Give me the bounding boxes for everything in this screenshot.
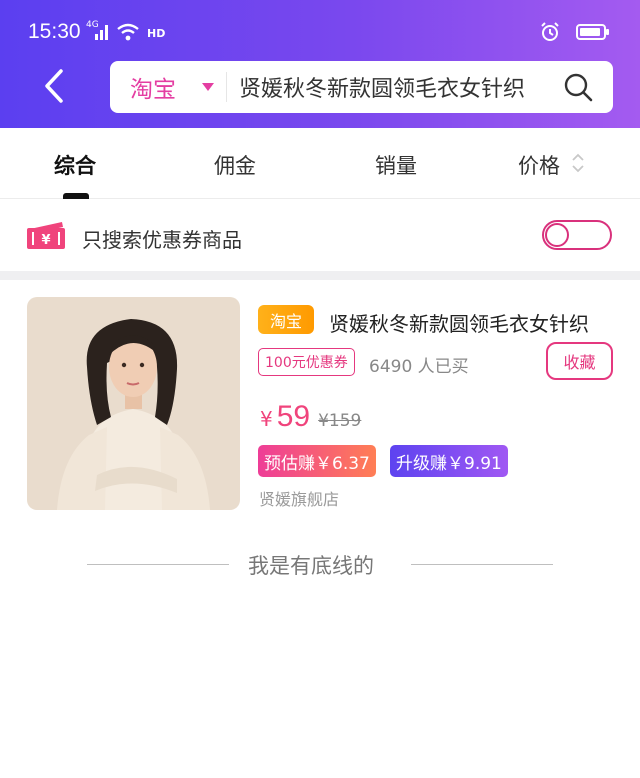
status-bar: 15:30 4G HD [0, 0, 640, 64]
search-divider [226, 72, 227, 102]
coupon-filter-toggle[interactable] [542, 220, 612, 250]
status-icons: 4G HD [86, 20, 166, 42]
status-right [540, 22, 610, 42]
app-header: 15:30 4G HD 淘宝 贤媛秋冬新款圆领毛衣女针织 [0, 0, 640, 128]
upgrade-earn-badge[interactable]: 升级赚￥9.91 [390, 445, 508, 477]
search-icon[interactable] [563, 72, 593, 102]
tab-sales[interactable]: 销量 [375, 150, 417, 180]
signal-icon: 4G [86, 20, 110, 42]
battery-icon [576, 23, 610, 41]
search-input[interactable]: 贤媛秋冬新款圆领毛衣女针织 [239, 71, 549, 103]
tab-commission[interactable]: 佣金 [214, 150, 256, 180]
shop-tag: 淘宝 [258, 305, 314, 334]
search-bar[interactable]: 淘宝 贤媛秋冬新款圆领毛衣女针织 [110, 61, 613, 113]
store-name[interactable]: 贤媛旗舰店 [259, 486, 339, 510]
tab-price[interactable]: 价格 [518, 150, 560, 180]
hd-label: HD [147, 27, 166, 40]
caret-down-icon[interactable] [202, 83, 214, 91]
tab-comprehensive[interactable]: 综合 [54, 150, 96, 180]
end-of-list-text: 我是有底线的 [248, 554, 374, 578]
end-divider-left [87, 564, 229, 565]
estimated-earn-badge[interactable]: 预估赚￥6.37 [258, 445, 376, 477]
product-image[interactable] [27, 297, 240, 510]
hd-icon: HD [146, 22, 166, 42]
coupon-icon-symbol: ¥ [41, 233, 50, 248]
coupon-icon: ¥ [26, 219, 66, 255]
section-divider [0, 271, 640, 280]
favorite-button[interactable]: 收藏 [546, 342, 613, 380]
wifi-icon [116, 22, 140, 42]
coupon-badge[interactable]: 100元优惠券 [258, 348, 355, 376]
back-button[interactable] [36, 68, 72, 104]
end-divider-right [411, 564, 553, 565]
coupon-filter-label: 只搜索优惠券商品 [82, 228, 242, 252]
product-card[interactable]: 淘宝 贤媛秋冬新款圆领毛衣女针织 100元优惠券 6490 人已买 收藏 ¥ 5… [0, 280, 640, 520]
toggle-knob [545, 223, 569, 247]
sort-tabs: 综合 佣金 销量 价格 [0, 128, 640, 199]
alarm-icon [540, 22, 560, 42]
original-price: ¥159 [318, 411, 362, 431]
platform-selector[interactable]: 淘宝 [130, 70, 184, 104]
current-price: 59 [276, 400, 311, 433]
status-time: 15:30 [28, 20, 81, 43]
price-symbol: ¥ [260, 407, 273, 431]
product-title[interactable]: 贤媛秋冬新款圆领毛衣女针织 [329, 308, 589, 337]
sort-arrows-icon[interactable] [570, 151, 586, 175]
active-tab-indicator [63, 193, 89, 199]
chevron-left-icon [45, 69, 63, 103]
price-row: ¥ 59 ¥159 [260, 400, 361, 434]
sales-count: 6490 人已买 [369, 357, 469, 377]
